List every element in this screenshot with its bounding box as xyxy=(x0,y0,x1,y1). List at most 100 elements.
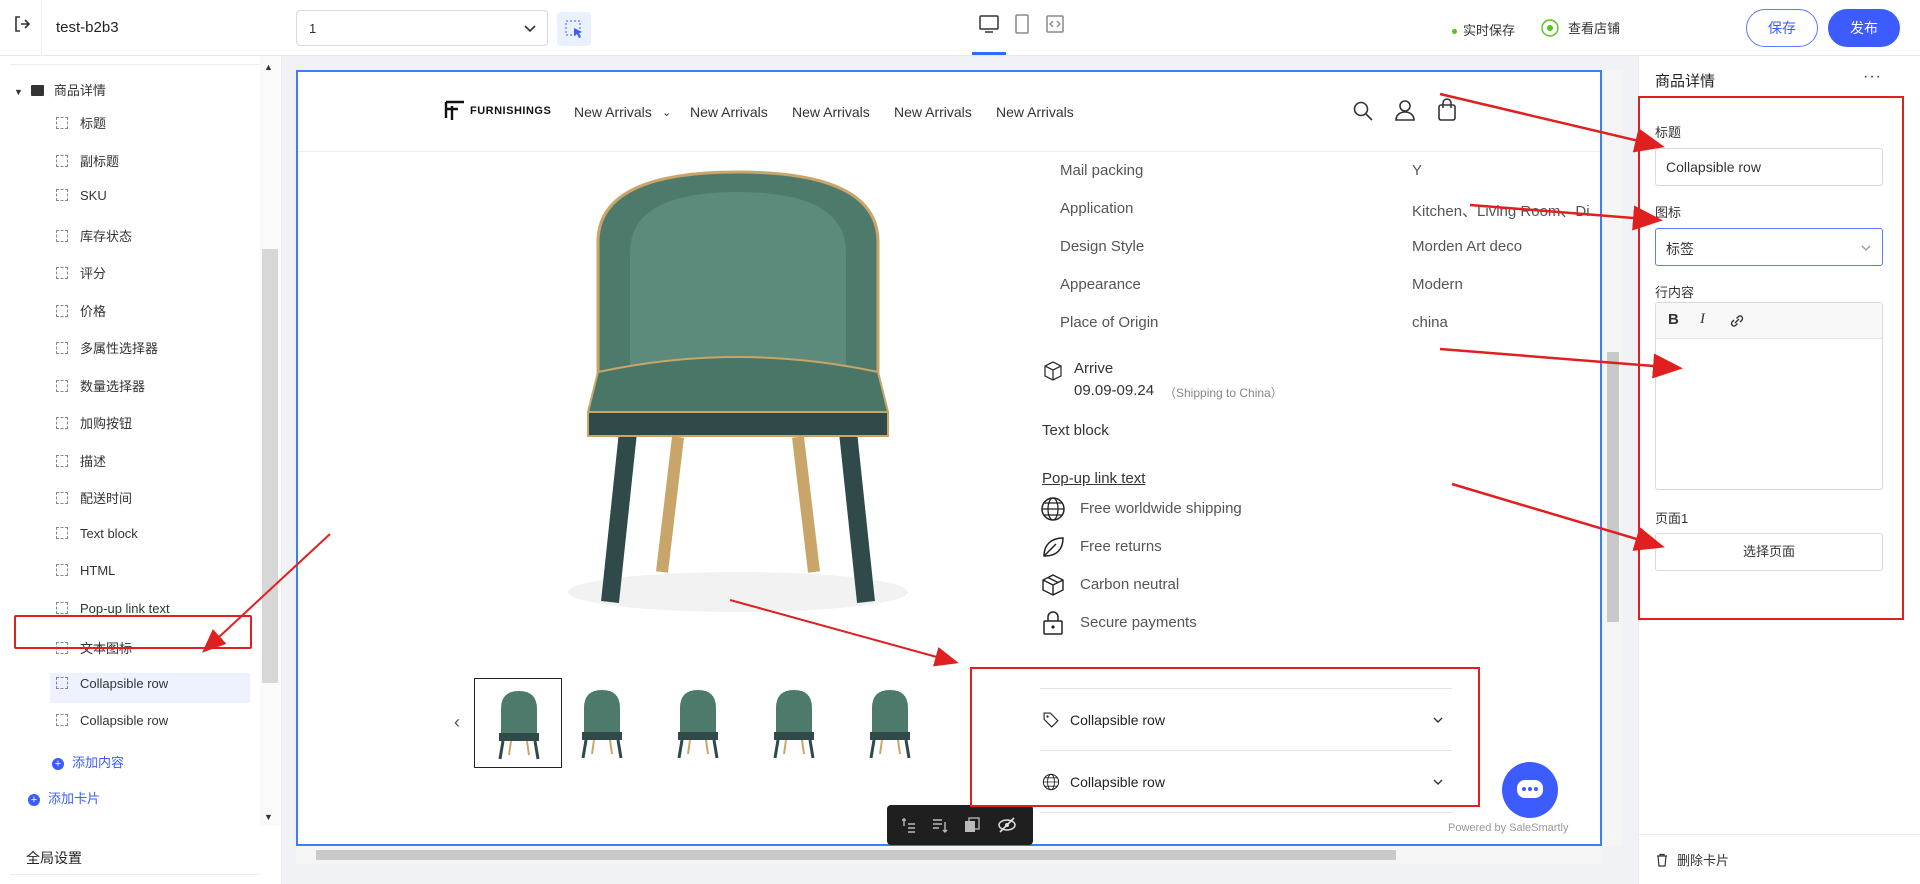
product-thumbnail[interactable] xyxy=(846,678,934,768)
cart-icon[interactable] xyxy=(1436,98,1458,122)
move-down-icon[interactable] xyxy=(931,816,949,834)
nav-link[interactable]: New Arrivals xyxy=(996,104,1074,120)
logo-mark-icon xyxy=(444,100,464,120)
add-content-link[interactable]: + 添加内容 xyxy=(52,752,124,771)
collapsible-row[interactable]: Collapsible row xyxy=(1040,688,1452,750)
box-icon xyxy=(1042,574,1064,596)
sidebar-item[interactable]: 数量选择器 xyxy=(56,376,145,396)
spec-value: Morden Art deco xyxy=(1412,238,1523,255)
chair-thumbnail-image xyxy=(773,690,815,759)
block-icon xyxy=(56,267,68,279)
canvas-vertical-thumb[interactable] xyxy=(1607,352,1619,622)
scroll-down-icon[interactable]: ▼ xyxy=(264,812,273,822)
page-select[interactable]: 1 xyxy=(296,10,548,46)
save-button[interactable]: 保存 xyxy=(1746,9,1818,47)
block-icon xyxy=(56,189,68,201)
tablet-icon[interactable] xyxy=(1010,12,1034,36)
chat-icon xyxy=(1517,780,1543,798)
sidebar-item[interactable]: 多属性选择器 xyxy=(56,338,158,358)
nav-link[interactable]: New Arrivals xyxy=(792,104,870,120)
publish-button[interactable]: 发布 xyxy=(1828,9,1900,47)
sidebar-item-label: Collapsible row xyxy=(80,713,169,728)
sidebar-item[interactable]: 描述 xyxy=(56,451,106,471)
floating-toolbar xyxy=(887,805,1033,845)
sidebar-item[interactable]: 评分 xyxy=(56,263,106,283)
desktop-icon[interactable] xyxy=(977,12,1001,36)
chevron-down-icon xyxy=(524,25,536,33)
logo-text: FURNISHINGS xyxy=(470,105,552,117)
spec-key: Mail packing xyxy=(1060,162,1144,179)
sidebar-item[interactable]: 配送时间 xyxy=(56,488,132,508)
spec-value: china xyxy=(1412,314,1448,331)
product-thumbnail[interactable] xyxy=(558,678,646,768)
autosave-status: 实时保存 xyxy=(1452,20,1515,39)
thumbnail-prev-button[interactable]: ‹ xyxy=(454,712,460,733)
section-header[interactable]: ▼ 商品详情 xyxy=(14,80,106,99)
code-icon[interactable] xyxy=(1043,12,1067,36)
preview-frame[interactable]: FURNISHINGS New Arrivals ⌄ New Arrivals New… xyxy=(296,70,1602,846)
leaf-icon xyxy=(1043,537,1064,557)
popup-link[interactable]: Pop-up link text xyxy=(1042,470,1145,487)
canvas-horizontal-thumb[interactable] xyxy=(316,850,1396,860)
sidebar-item[interactable]: Collapsible row xyxy=(56,676,168,696)
sidebar-item[interactable]: SKU xyxy=(56,188,107,208)
view-store-label: 查看店铺 xyxy=(1568,21,1621,36)
chevron-down-icon xyxy=(1433,717,1443,723)
block-icon xyxy=(56,526,68,539)
text-block: Text block xyxy=(1042,422,1109,439)
collapsible-row-label: Collapsible row xyxy=(1070,774,1165,790)
left-sidebar: ▼ 商品详情 标题副标题 SKU 库存状态评分价格多属性选择器数量选择器加购按钮描述配… xyxy=(0,56,282,884)
block-icon xyxy=(56,601,68,614)
status-dot xyxy=(1452,29,1457,35)
chat-widget-button[interactable] xyxy=(1502,762,1558,818)
sidebar-item[interactable]: Collapsible row xyxy=(56,713,168,733)
global-settings-link[interactable]: 全局设置 xyxy=(26,848,82,868)
sidebar-scroll-thumb[interactable] xyxy=(262,249,278,683)
sidebar-item-label: 加购按钮 xyxy=(80,416,133,431)
block-icon xyxy=(56,154,68,167)
product-thumbnail[interactable] xyxy=(474,678,562,768)
chair-thumbnail-image xyxy=(677,690,719,759)
sidebar-item[interactable]: 标题 xyxy=(56,113,106,133)
spec-value: Modern xyxy=(1412,276,1463,293)
plus-circle-icon: + xyxy=(52,758,64,770)
more-icon[interactable]: ··· xyxy=(1863,68,1882,86)
block-icon xyxy=(56,492,68,504)
sidebar-item[interactable]: 加购按钮 xyxy=(56,413,132,433)
nav-link[interactable]: New Arrivals xyxy=(894,104,972,120)
cursor-select-icon xyxy=(565,20,582,38)
add-card-link[interactable]: + 添加卡片 xyxy=(28,788,100,807)
product-thumbnail[interactable] xyxy=(654,678,742,768)
nav-link[interactable]: New Arrivals xyxy=(574,104,652,120)
account-icon[interactable] xyxy=(1394,98,1416,122)
collapsible-row[interactable]: Collapsible row xyxy=(1040,750,1452,812)
spec-key: Design Style xyxy=(1060,238,1145,255)
settings-panel-highlight xyxy=(1638,96,1904,620)
move-up-icon[interactable] xyxy=(899,816,917,834)
sidebar-item[interactable]: 副标题 xyxy=(56,151,119,171)
duplicate-icon[interactable] xyxy=(963,816,981,834)
store-logo[interactable]: FURNISHINGS xyxy=(442,98,551,120)
sidebar-item[interactable]: HTML xyxy=(56,563,115,583)
nav-link[interactable]: New Arrivals xyxy=(690,104,768,120)
view-store-link[interactable]: 查看店铺 xyxy=(1540,18,1620,38)
exit-icon[interactable] xyxy=(12,14,32,34)
block-icon xyxy=(56,714,68,726)
search-icon[interactable] xyxy=(1352,100,1374,122)
sidebar-item-label: 多属性选择器 xyxy=(80,341,159,356)
select-tool-button[interactable] xyxy=(557,12,591,46)
collapsible-row-label: Collapsible row xyxy=(1070,712,1165,728)
sidebar-item[interactable]: 库存状态 xyxy=(56,226,132,246)
top-bar: test-b2b3 1 实时保存 查看店铺 保存 发布 xyxy=(0,0,1920,56)
sidebar-item[interactable]: Text block xyxy=(56,526,138,546)
delete-card-button[interactable]: 删除卡片 xyxy=(1655,850,1729,869)
scroll-up-icon[interactable]: ▲ xyxy=(264,62,273,72)
autosave-label: 实时保存 xyxy=(1463,23,1516,38)
hide-icon[interactable] xyxy=(997,816,1017,834)
sidebar-item[interactable]: 价格 xyxy=(56,301,106,321)
block-icon xyxy=(56,676,68,689)
chair-thumbnail-image xyxy=(869,690,911,759)
sidebar-item-label: 描述 xyxy=(80,453,107,469)
product-thumbnail[interactable] xyxy=(750,678,838,768)
divider xyxy=(1639,834,1920,835)
